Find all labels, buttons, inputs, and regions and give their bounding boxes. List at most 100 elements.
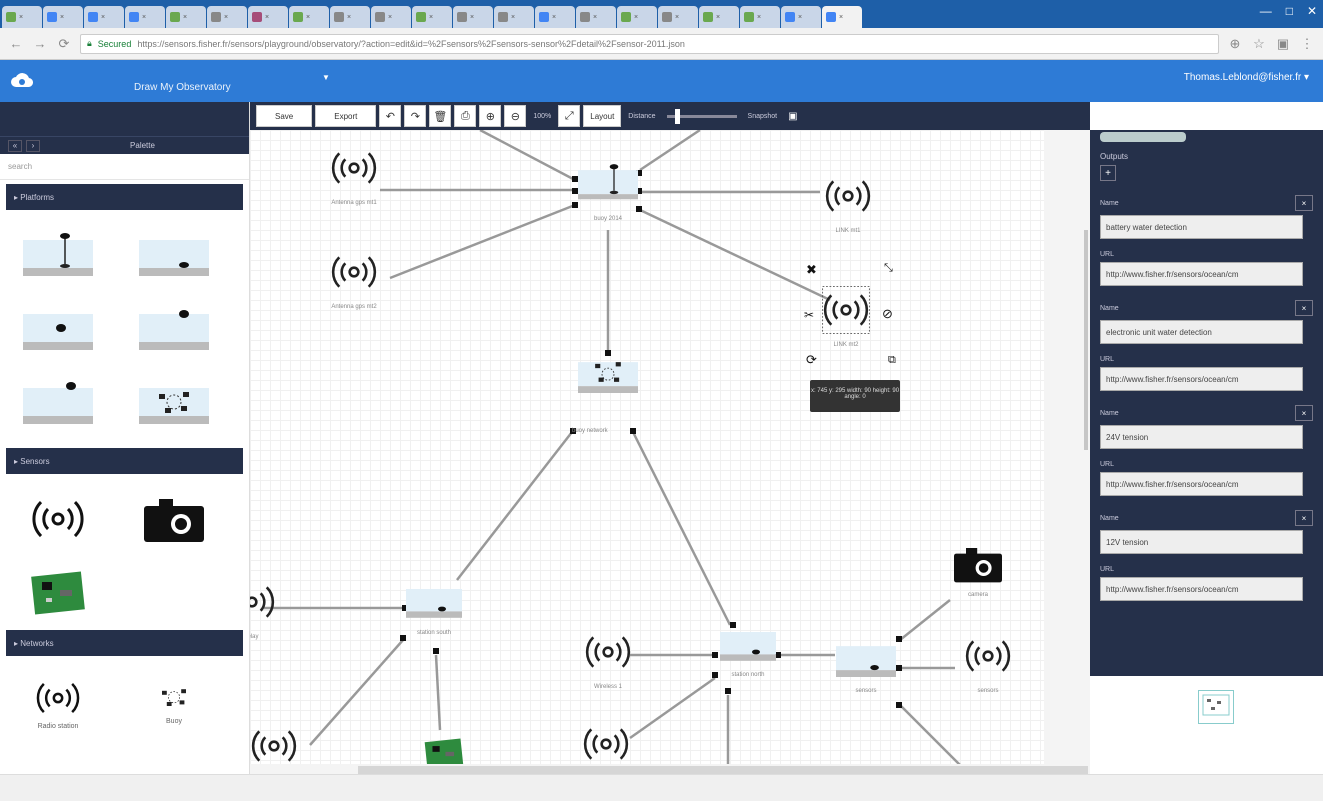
palette-item[interactable]: [0, 218, 116, 292]
fit-screen-icon[interactable]: ⤢: [558, 105, 581, 127]
palette-item[interactable]: Buoy: [116, 664, 232, 738]
zoom-in-icon[interactable]: ⊕: [479, 105, 502, 127]
collapse-button[interactable]: «: [8, 139, 22, 152]
app-title[interactable]: Draw My Observatory: [134, 82, 231, 93]
expand-button[interactable]: ›: [26, 139, 40, 152]
palette-item[interactable]: [116, 292, 232, 366]
browser-tab[interactable]: ×: [699, 6, 739, 28]
forward-icon[interactable]: →: [32, 36, 48, 51]
output-url-field[interactable]: http://www.fisher.fr/sensors/ocean/cm: [1100, 367, 1303, 391]
horizontal-scrollbar[interactable]: [250, 764, 1090, 774]
browser-tab[interactable]: ×: [371, 6, 411, 28]
output-name-field[interactable]: battery water detection: [1100, 215, 1303, 239]
antenna-node[interactable]: Wireless 1: [582, 626, 634, 690]
scrollbar-thumb[interactable]: [358, 766, 1088, 774]
section-sensors[interactable]: ▸ Sensors: [6, 448, 243, 474]
browser-tab[interactable]: ×: [84, 6, 124, 28]
clone-handle-icon[interactable]: ⧉: [888, 354, 896, 367]
browser-tab[interactable]: ×: [330, 6, 370, 28]
output-url-field[interactable]: http://www.fisher.fr/sensors/ocean/cm: [1100, 472, 1303, 496]
zoom-out-icon[interactable]: ⊖: [504, 105, 527, 127]
browser-tab[interactable]: ×: [740, 6, 780, 28]
network-node[interactable]: [578, 350, 638, 400]
antenna-node[interactable]: [580, 718, 632, 770]
redo-icon[interactable]: ↷: [404, 105, 427, 127]
antenna-node[interactable]: Antenna gps mt1: [328, 142, 380, 206]
remove-output-button[interactable]: ×: [1295, 405, 1313, 421]
diagram-canvas[interactable]: Antenna gps mt1 Antenna gps mt2 buoy 201…: [250, 130, 1090, 774]
browser-tab[interactable]: ×: [494, 6, 534, 28]
output-name-field[interactable]: electronic unit water detection: [1100, 320, 1303, 344]
browser-tab[interactable]: ×: [781, 6, 821, 28]
remove-output-button[interactable]: ×: [1295, 195, 1313, 211]
palette-item[interactable]: [0, 556, 116, 630]
export-button[interactable]: Export: [315, 105, 377, 127]
layout-button[interactable]: Layout: [583, 105, 622, 127]
close-window-button[interactable]: ✕: [1307, 4, 1317, 18]
zoom-icon[interactable]: ⊕: [1227, 36, 1243, 52]
minimap[interactable]: [1198, 690, 1234, 724]
snapshot-icon[interactable]: ▣: [788, 111, 797, 122]
user-menu[interactable]: Thomas.Leblond@fisher.fr ▾: [1184, 72, 1309, 83]
back-icon[interactable]: ←: [8, 36, 24, 51]
rotate-handle-icon[interactable]: ⟳: [806, 352, 817, 368]
menu-icon[interactable]: ⋮: [1299, 36, 1315, 52]
browser-tab[interactable]: ×: [412, 6, 452, 28]
browser-tab[interactable]: ×: [576, 6, 616, 28]
properties-tab[interactable]: [1100, 132, 1186, 142]
browser-tab[interactable]: ×: [248, 6, 288, 28]
browser-tab[interactable]: ×: [207, 6, 247, 28]
print-icon[interactable]: ⎙: [454, 105, 477, 127]
palette-item[interactable]: [0, 366, 116, 440]
palette-item[interactable]: [116, 218, 232, 292]
output-name-field[interactable]: 24V tension: [1100, 425, 1303, 449]
browser-tab[interactable]: ×: [166, 6, 206, 28]
browser-tab-active[interactable]: ×: [822, 6, 862, 28]
browser-tab[interactable]: ×: [453, 6, 493, 28]
browser-tab[interactable]: ×: [617, 6, 657, 28]
minimize-button[interactable]: —: [1260, 4, 1272, 18]
palette-search-input[interactable]: search: [0, 154, 249, 180]
browser-tab[interactable]: ×: [289, 6, 329, 28]
buoy-node[interactable]: station north: [720, 622, 776, 678]
output-name-field[interactable]: 12V tension: [1100, 530, 1303, 554]
resize-handle-icon[interactable]: ⤡: [884, 262, 893, 275]
buoy-node[interactable]: sensors: [836, 636, 896, 694]
cut-handle-icon[interactable]: ✂: [804, 308, 814, 322]
palette-item[interactable]: [0, 292, 116, 366]
buoy-node[interactable]: station south: [406, 578, 462, 636]
section-networks[interactable]: ▸ Networks: [6, 630, 243, 656]
antenna-node[interactable]: Antenna gps mt2: [328, 246, 380, 310]
browser-tab[interactable]: ×: [43, 6, 83, 28]
star-icon[interactable]: ☆: [1251, 36, 1267, 52]
antenna-node-selected[interactable]: LINK mt2: [820, 284, 872, 348]
reload-icon[interactable]: ⟳: [56, 36, 72, 52]
antenna-node[interactable]: LINK mt1: [822, 170, 874, 234]
output-url-field[interactable]: http://www.fisher.fr/sensors/ocean/cm: [1100, 577, 1303, 601]
delete-icon[interactable]: 🗑︎: [429, 105, 452, 127]
palette-item[interactable]: [116, 366, 232, 440]
link-handle-icon[interactable]: ⊘: [882, 306, 893, 322]
browser-tab[interactable]: ×: [535, 6, 575, 28]
chevron-down-icon[interactable]: ▼: [322, 73, 330, 82]
extension-icon[interactable]: ▣: [1275, 36, 1291, 52]
cloud-logo-icon[interactable]: [0, 72, 44, 90]
palette-item[interactable]: [0, 482, 116, 556]
url-field[interactable]: 🔒︎ Secured https://sensors.fisher.fr/sen…: [80, 33, 1219, 54]
add-output-button[interactable]: +: [1100, 165, 1116, 181]
maximize-button[interactable]: □: [1286, 4, 1293, 18]
remove-handle-icon[interactable]: ✖: [806, 262, 817, 278]
slider-handle[interactable]: [674, 108, 680, 124]
antenna-node[interactable]: sensors: [962, 630, 1014, 694]
palette-item[interactable]: [116, 482, 232, 556]
vertical-scrollbar[interactable]: [1044, 130, 1090, 774]
scrollbar-thumb[interactable]: [1084, 230, 1088, 450]
group-node[interactable]: buoy network: [572, 422, 608, 434]
camera-node[interactable]: camera: [950, 542, 1006, 598]
undo-icon[interactable]: ↶: [379, 105, 402, 127]
palette-item[interactable]: Radio station: [0, 664, 116, 738]
output-url-field[interactable]: http://www.fisher.fr/sensors/ocean/cm: [1100, 262, 1303, 286]
save-button[interactable]: Save: [256, 105, 313, 127]
remove-output-button[interactable]: ×: [1295, 510, 1313, 526]
remove-output-button[interactable]: ×: [1295, 300, 1313, 316]
